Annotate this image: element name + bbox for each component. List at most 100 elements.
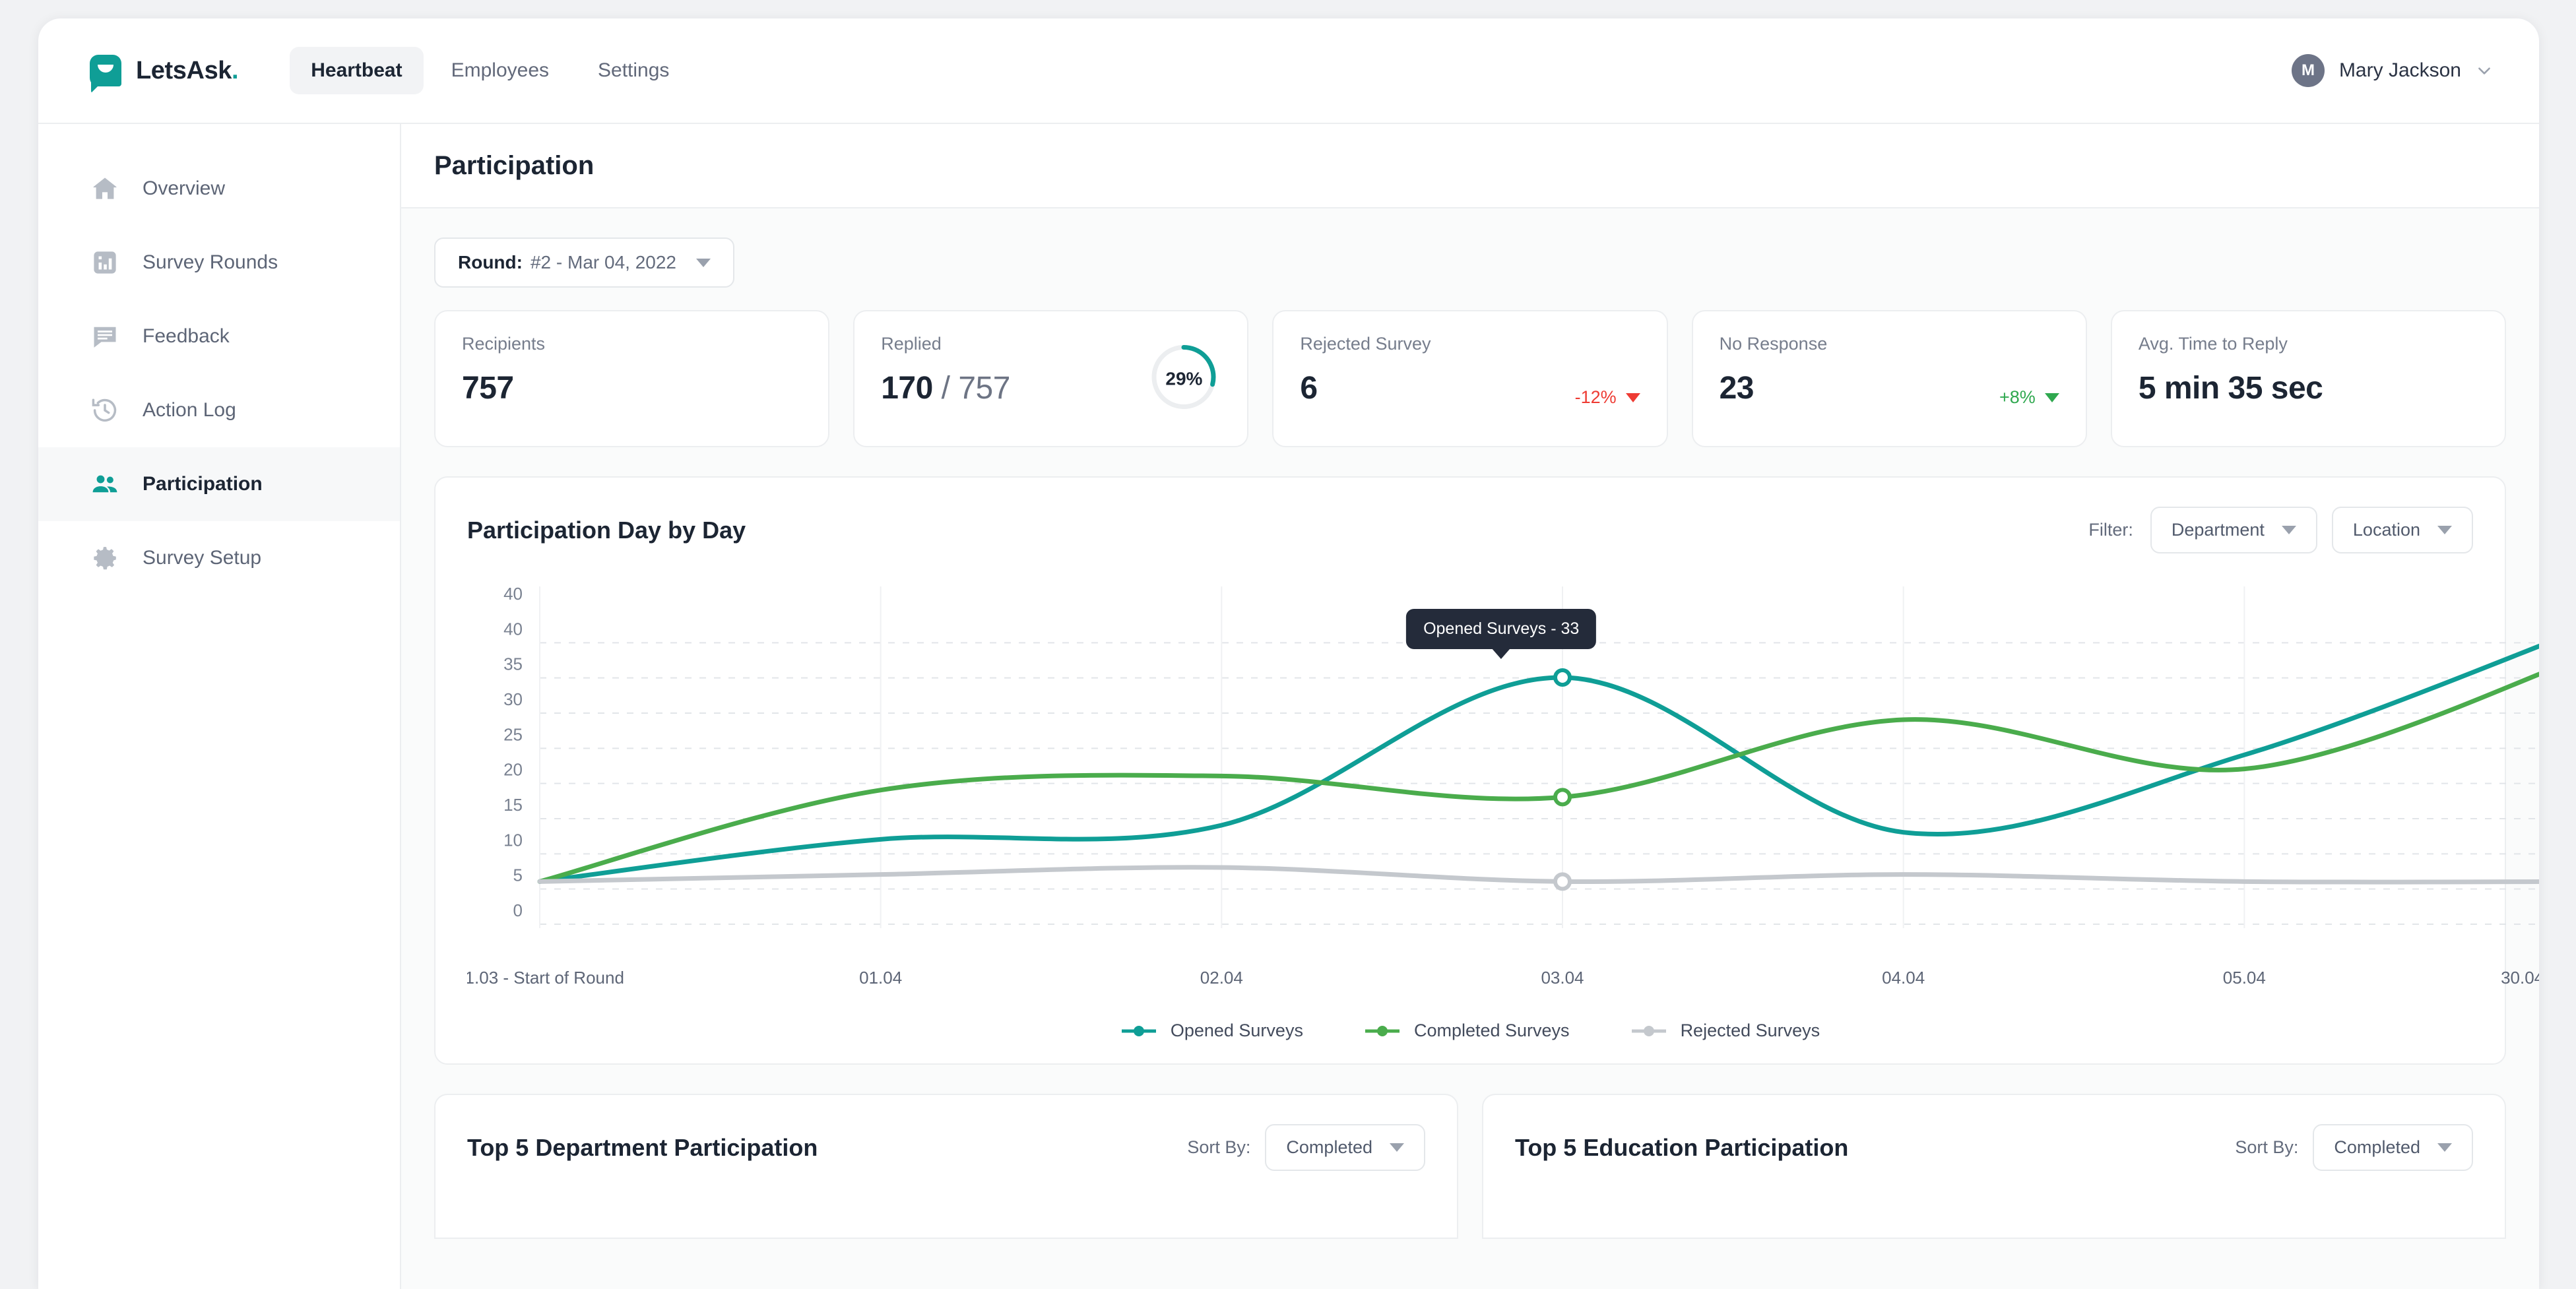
chart-header: Participation Day by Day Filter: Departm… <box>467 507 2473 553</box>
brand-logo[interactable]: LetsAsk. <box>90 55 239 86</box>
chart-tooltip: Opened Surveys - 33 <box>1406 609 1597 649</box>
home-icon <box>90 173 120 204</box>
legend-marker-icon <box>1365 1025 1400 1036</box>
svg-text:30.04 - Start of Round: 30.04 - Start of Round <box>2501 968 2539 988</box>
sidebar-item-label: Participation <box>143 473 263 495</box>
filter-department-dropdown[interactable]: Department <box>2150 507 2317 553</box>
chart-plot-area: 40 40 35 30 25 20 15 10 5 0 31.03 - Start of Round… <box>467 580 2539 1002</box>
svg-text:01.04: 01.04 <box>859 968 902 988</box>
comment-icon <box>90 321 120 352</box>
trend-value: +8% <box>1999 387 2036 407</box>
legend-item-rejected-surveys[interactable]: Rejected Surveys <box>1630 1021 1820 1041</box>
page-title: Participation <box>434 150 595 180</box>
sidebar-item-label: Survey Setup <box>143 547 262 569</box>
stat-card-replied: Replied 170 / 757 29% <box>853 310 1249 447</box>
stat-card-avg-time-to-reply: Avg. Time to Reply 5 min 35 sec <box>2110 310 2507 447</box>
stat-card-no-response: No Response 23 +8% <box>1691 310 2087 447</box>
legend-label: Rejected Surveys <box>1680 1021 1820 1040</box>
caret-down-icon <box>1390 1143 1404 1152</box>
trend-value: -12% <box>1574 387 1617 407</box>
replied-donut-chart: 29% <box>1148 342 1219 416</box>
bcard-header: Top 5 Department Participation Sort By: … <box>467 1124 1425 1171</box>
filter-location-label: Location <box>2352 520 2420 540</box>
bcard-title: Top 5 Department Participation <box>467 1133 818 1161</box>
svg-text:15: 15 <box>503 795 523 815</box>
tab-heartbeat[interactable]: Heartbeat <box>290 47 424 94</box>
sidebar-item-label: Action Log <box>143 399 236 421</box>
caret-down-icon <box>2437 1143 2452 1152</box>
sidebar-item-participation[interactable]: Participation <box>38 447 400 521</box>
sort-controls: Sort By: Completed <box>1187 1124 1425 1171</box>
sidebar-item-survey-rounds[interactable]: Survey Rounds <box>38 226 400 299</box>
avatar: M <box>2291 54 2325 87</box>
triangle-down-icon <box>2044 393 2059 402</box>
bcard-header: Top 5 Education Participation Sort By: C… <box>1515 1124 2473 1171</box>
top-nav-tabs: Heartbeat Employees Settings <box>290 47 690 94</box>
stat-value: 757 <box>462 371 514 406</box>
legend-marker-icon <box>1121 1025 1156 1036</box>
sort-dropdown[interactable]: Completed <box>1265 1124 1425 1171</box>
caret-down-icon <box>2437 526 2452 534</box>
triangle-down-icon <box>1625 393 1640 402</box>
legend-marker-icon <box>1631 1025 1666 1036</box>
sort-value: Completed <box>2334 1137 2420 1157</box>
sidebar-item-label: Feedback <box>143 325 230 347</box>
filter-location-dropdown[interactable]: Location <box>2331 507 2473 553</box>
caret-down-icon <box>2281 526 2296 534</box>
trend-badge: +8% <box>1999 387 2059 408</box>
stat-label: Recipients <box>462 334 546 354</box>
tab-employees[interactable]: Employees <box>430 47 570 94</box>
top-bar: LetsAsk. Heartbeat Employees Settings M … <box>38 18 2539 124</box>
people-icon <box>90 469 120 499</box>
sidebar-item-feedback[interactable]: Feedback <box>38 299 400 373</box>
bcard-title: Top 5 Education Participation <box>1515 1133 1849 1161</box>
chevron-down-icon <box>2478 67 2490 75</box>
svg-text:20: 20 <box>503 760 523 780</box>
user-menu[interactable]: M Mary Jackson <box>2291 54 2493 87</box>
brand-name: LetsAsk. <box>136 56 239 84</box>
gear-icon <box>90 543 120 573</box>
sidebar-item-label: Survey Rounds <box>143 251 278 273</box>
svg-text:31.03 - Start of Round: 31.03 - Start of Round <box>467 968 624 988</box>
app-body: Overview Survey Rounds Feedback Action L… <box>38 124 2539 1289</box>
bottom-cards-row: Top 5 Department Participation Sort By: … <box>401 1065 2539 1239</box>
sort-label: Sort By: <box>1187 1137 1251 1157</box>
filter-department-label: Department <box>2171 520 2265 540</box>
speech-bubble-smile-logo-icon <box>90 55 121 86</box>
stat-label: Avg. Time to Reply <box>2138 334 2288 354</box>
svg-text:35: 35 <box>503 654 523 674</box>
svg-text:04.04: 04.04 <box>1882 968 1925 988</box>
sort-value: Completed <box>1286 1137 1372 1157</box>
stat-label: Rejected Survey <box>1300 334 1431 354</box>
participation-chart-card: Participation Day by Day Filter: Departm… <box>434 476 2539 1065</box>
legend-label: Opened Surveys <box>1170 1021 1303 1040</box>
trend-badge: -12% <box>1575 387 1640 408</box>
sort-dropdown[interactable]: Completed <box>2313 1124 2473 1171</box>
svg-text:30: 30 <box>503 689 523 709</box>
legend-item-opened-surveys[interactable]: Opened Surveys <box>1120 1021 1303 1041</box>
sidebar-item-survey-setup[interactable]: Survey Setup <box>38 521 400 595</box>
round-select-dropdown[interactable]: Round: #2 - Mar 04, 2022 <box>434 237 734 288</box>
replied-count: 170 <box>881 371 933 406</box>
tab-settings[interactable]: Settings <box>577 47 690 94</box>
svg-text:03.04: 03.04 <box>1541 968 1584 988</box>
svg-text:25: 25 <box>503 724 523 744</box>
sort-controls: Sort By: Completed <box>2235 1124 2473 1171</box>
svg-text:0: 0 <box>513 900 523 920</box>
toolbar: Round: #2 - Mar 04, 2022 <box>401 208 2539 310</box>
sidebar-item-label: Overview <box>143 177 226 199</box>
donut-percent-label: 29% <box>1165 368 1203 389</box>
user-name: Mary Jackson <box>2338 59 2461 81</box>
stat-value: 5 min 35 sec <box>2138 371 2323 406</box>
stat-label: No Response <box>1719 334 1828 354</box>
page-header: Participation <box>401 124 2539 208</box>
svg-text:02.04: 02.04 <box>1200 968 1243 988</box>
sidebar-item-overview[interactable]: Overview <box>38 152 400 226</box>
replied-separator: / <box>941 371 950 406</box>
history-clock-icon <box>90 395 120 425</box>
legend-item-completed-surveys[interactable]: Completed Surveys <box>1364 1021 1570 1041</box>
sidebar-item-action-log[interactable]: Action Log <box>38 373 400 447</box>
svg-text:05.04: 05.04 <box>2223 968 2266 988</box>
chart-title: Participation Day by Day <box>467 516 746 544</box>
svg-text:10: 10 <box>503 830 523 850</box>
